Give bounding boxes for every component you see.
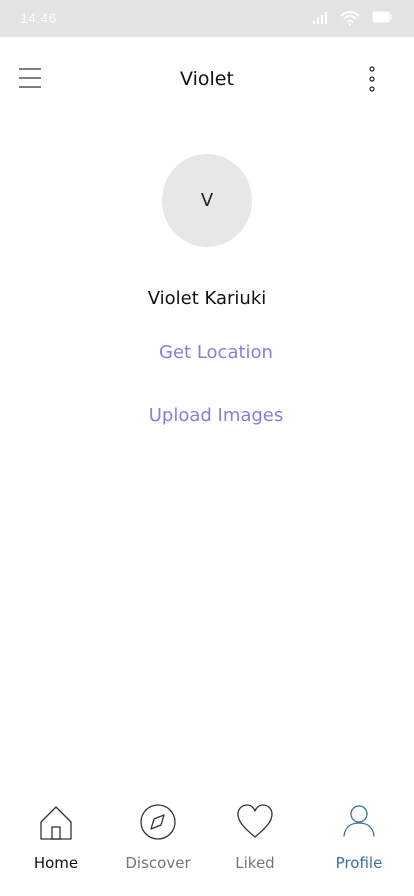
avatar: V <box>162 154 252 247</box>
app-bar: Violet <box>0 37 414 121</box>
home-icon <box>40 806 72 840</box>
battery-icon <box>372 11 392 23</box>
status-icons <box>302 9 402 27</box>
signal-icon <box>313 12 327 24</box>
nav-label-profile: Profile <box>335 854 383 872</box>
more-vertical-icon[interactable] <box>360 65 384 93</box>
nav-label-discover: Discover <box>125 854 191 872</box>
user-icon <box>343 805 375 837</box>
page-title: Violet <box>180 68 234 90</box>
nav-item-discover[interactable]: Discover <box>106 790 210 886</box>
heart-icon <box>237 804 273 838</box>
avatar-initial: V <box>200 190 214 211</box>
status-bar: 14:46 <box>0 0 414 37</box>
nav-item-home[interactable]: Home <box>4 790 108 886</box>
nav-item-profile[interactable]: Profile <box>307 790 411 886</box>
nav-label-liked: Liked <box>235 854 275 872</box>
get-location-button[interactable]: Get Location <box>18 342 414 363</box>
profile-name: Violet Kariuki <box>147 288 267 309</box>
bottom-nav: Home Discover Liked Profile <box>0 790 414 896</box>
nav-item-liked[interactable]: Liked <box>203 790 307 886</box>
wifi-icon <box>340 11 360 26</box>
status-time: 14:46 <box>20 10 57 26</box>
compass-icon <box>140 804 176 840</box>
upload-images-button[interactable]: Upload Images <box>18 405 414 426</box>
nav-label-home: Home <box>33 854 79 872</box>
